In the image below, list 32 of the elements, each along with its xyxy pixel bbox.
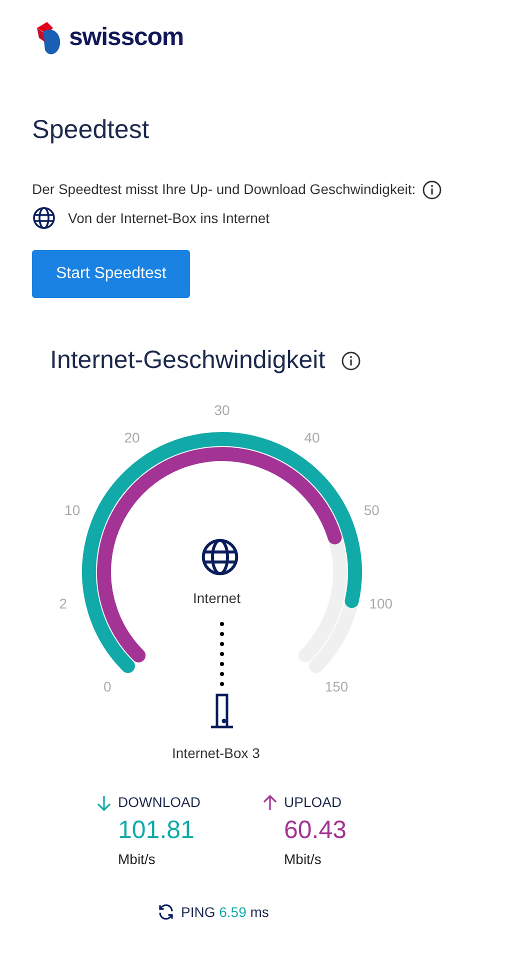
page-title: Speedtest [32,113,150,146]
tick-label: 50 [364,502,380,518]
description-text: Der Speedtest misst Ihre Up- und Download Geschwindigkeit: [32,180,416,199]
result-value: 101.81 [118,814,196,846]
tick-label: 150 [324,678,348,694]
info-icon[interactable] [341,350,362,371]
router-icon [209,692,235,730]
ping-text: PING 6.59 ms [181,902,269,922]
down-arrow-icon [96,794,112,812]
tick-label: 100 [369,595,393,612]
tick-label: 40 [304,428,320,445]
up-arrow-icon [262,794,278,812]
router-label: Internet-Box 3 [172,744,260,762]
route-text: Von der Internet-Box ins Internet [68,208,270,228]
tick-label: 0 [104,678,112,694]
tick-label: 30 [214,402,230,418]
result-value: 60.43 [284,814,347,846]
info-icon[interactable] [422,180,442,200]
logo-wordmark: swisscom [69,22,184,54]
globe-icon [32,206,56,230]
globe-icon [200,536,240,576]
internet-label: Internet [193,588,240,608]
result-unit: Mbit/s [118,850,156,868]
refresh-icon [157,903,175,921]
result-unit: Mbit/s [284,850,322,868]
tick-label: 2 [59,595,67,612]
result-label: DOWNLOAD [118,792,200,812]
result-label: UPLOAD [284,792,343,812]
start-speedtest-button[interactable]: Start Speedtest [32,250,190,298]
tick-label: 20 [124,428,140,445]
tick-label: 10 [64,502,80,518]
gauge-title: Internet-Geschwindigkeit [50,345,326,376]
